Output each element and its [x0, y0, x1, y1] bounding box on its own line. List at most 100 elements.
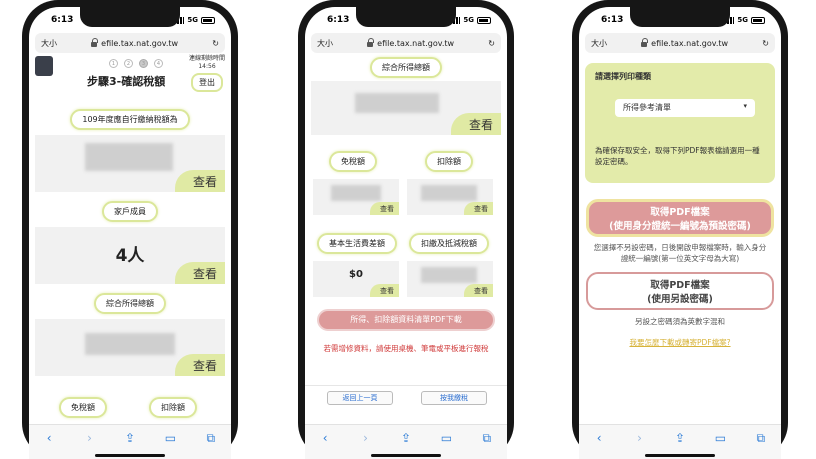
withholding-credit-panel: 查看 [407, 261, 493, 297]
tabs-icon[interactable]: ⧉ [201, 431, 221, 446]
reload-icon[interactable]: ↻ [488, 39, 495, 48]
step-dot: 4 [154, 59, 163, 68]
view-button[interactable]: 查看 [174, 170, 225, 192]
blurred-value [331, 185, 381, 201]
security-note: 為確保存取安全，取得下列PDF報表檔請選用一種設定密碼。 [595, 146, 760, 166]
phone-notch [630, 7, 730, 27]
deduction-tag: 扣除額 [425, 151, 473, 172]
phone-screen-1: 6:13 5G 大小 efile.tax.nat.gov.tw ↻ 1 2 3 … [29, 7, 231, 459]
total-income-tag: 綜合所得總額 [370, 57, 442, 78]
page-content: 請選擇列印種類 所得參考清單 ▾ 為確保存取安全，取得下列PDF報表檔請選用一種… [579, 63, 781, 439]
chevron-down-icon: ▾ [743, 102, 747, 110]
print-type-card: 請選擇列印種類 所得參考清單 ▾ 為確保存取安全，取得下列PDF報表檔請選用一種… [585, 63, 775, 183]
reload-icon[interactable]: ↻ [212, 39, 219, 48]
basic-living-panel: $0 查看 [313, 261, 399, 297]
url-bar[interactable]: 大小 efile.tax.nat.gov.tw ↻ [311, 33, 501, 53]
url-domain: efile.tax.nat.gov.tw [651, 38, 729, 48]
view-button[interactable]: 查看 [174, 354, 225, 376]
battery-icon [751, 16, 765, 24]
forward-icon[interactable]: › [356, 431, 376, 445]
pay-tax-button[interactable]: 按我繳稅 [421, 391, 487, 405]
view-button[interactable]: 查看 [370, 202, 399, 215]
url-domain: efile.tax.nat.gov.tw [101, 38, 179, 48]
url-bar[interactable]: 大小 efile.tax.nat.gov.tw ↻ [585, 33, 775, 53]
home-indicator [95, 454, 165, 457]
tabs-icon[interactable]: ⧉ [751, 431, 771, 446]
pdf-help-link[interactable]: 我要怎麼下載或轉寄PDF檔案? [579, 337, 781, 348]
default-password-note: 您選擇不另設密碼，日後開啟申報檔案時，輸入身分證統一編號(第一位英文字母為大寫) [593, 243, 767, 263]
tabs-icon[interactable]: ⧉ [477, 431, 497, 446]
deduction-panel: 查看 [407, 179, 493, 215]
total-income-panel: 查看 [311, 81, 501, 135]
phone-notch [80, 7, 180, 27]
home-indicator [645, 454, 715, 457]
reload-icon[interactable]: ↻ [762, 39, 769, 48]
edit-warning: 若需增修資料，請使用桌機、筆電或平板進行報稅 [323, 344, 489, 353]
exemption-tag: 免稅額 [59, 397, 107, 418]
back-button[interactable]: 返回上一頁 [327, 391, 393, 405]
pdf-download-button[interactable]: 所得、扣除額資料清單PDF下載 [317, 309, 495, 331]
bookmarks-icon[interactable]: ▭ [436, 431, 456, 445]
phone-frame-1: 6:13 5G 大小 efile.tax.nat.gov.tw ↻ 1 2 3 … [22, 0, 238, 459]
session-timer: 連線剩餘時間 14:56 [188, 55, 225, 70]
total-income-tag: 綜合所得總額 [94, 293, 166, 314]
custom-password-note: 另設之密碼須為英數字混和 [635, 317, 725, 326]
blurred-value [85, 333, 175, 355]
text-size-button[interactable]: 大小 [317, 38, 333, 49]
view-button[interactable]: 查看 [464, 284, 493, 297]
share-icon[interactable]: ⇪ [670, 431, 690, 445]
page-content: 綜合所得總額 查看 免稅額 扣除額 查看 查看 基本生活費差額 扣繳及抵減稅額 … [305, 53, 507, 425]
view-button[interactable]: 查看 [464, 202, 493, 215]
text-size-button[interactable]: 大小 [41, 38, 57, 49]
pdf-default-password-button[interactable]: 取得PDF檔案 (使用身分證統一編號為預設密碼) [586, 199, 774, 237]
blurred-value [421, 185, 477, 201]
bookmarks-icon[interactable]: ▭ [710, 431, 730, 445]
battery-icon [477, 16, 491, 24]
share-icon[interactable]: ⇪ [396, 431, 416, 445]
pdf-custom-password-button[interactable]: 取得PDF檔案 (使用另設密碼) [586, 272, 774, 310]
view-button[interactable]: 查看 [450, 113, 501, 135]
blurred-value [355, 93, 439, 113]
blurred-value [421, 267, 477, 283]
print-type-title: 請選擇列印種類 [595, 72, 651, 81]
home-indicator [371, 454, 441, 457]
share-icon[interactable]: ⇪ [120, 431, 140, 445]
back-icon[interactable]: ‹ [589, 431, 609, 445]
phone-screen-2: 6:13 5G 大小 efile.tax.nat.gov.tw ↻ 綜合所得總額… [305, 7, 507, 459]
phone-notch [356, 7, 456, 27]
avatar [35, 56, 53, 76]
text-size-button[interactable]: 大小 [591, 38, 607, 49]
network-label: 5G [463, 16, 474, 24]
phone-frame-3: 6:13 5G 大小 efile.tax.nat.gov.tw ↻ 請選擇列印種… [572, 0, 788, 459]
view-button[interactable]: 查看 [370, 284, 399, 297]
tax-amount-tag: 109年度應自行繳納稅額為 [70, 109, 190, 130]
family-members-panel: 4人 查看 [35, 227, 225, 284]
back-icon[interactable]: ‹ [315, 431, 335, 445]
network-label: 5G [187, 16, 198, 24]
network-label: 5G [737, 16, 748, 24]
back-icon[interactable]: ‹ [39, 431, 59, 445]
print-type-select[interactable]: 所得參考清單 ▾ [615, 99, 755, 117]
basic-living-tag: 基本生活費差額 [317, 233, 397, 254]
status-time: 6:13 [601, 15, 624, 25]
logout-button[interactable]: 登出 [191, 73, 223, 92]
family-members-tag: 家戶成員 [102, 201, 158, 222]
lock-icon [641, 37, 649, 47]
status-time: 6:13 [327, 15, 350, 25]
view-button[interactable]: 查看 [174, 262, 225, 284]
tax-amount-panel: 查看 [35, 135, 225, 192]
withholding-credit-tag: 扣繳及抵減稅額 [409, 233, 489, 254]
blurred-value [85, 143, 173, 171]
url-bar[interactable]: 大小 efile.tax.nat.gov.tw ↻ [35, 33, 225, 53]
forward-icon[interactable]: › [80, 431, 100, 445]
phone-screen-3: 6:13 5G 大小 efile.tax.nat.gov.tw ↻ 請選擇列印種… [579, 7, 781, 459]
phone-frame-2: 6:13 5G 大小 efile.tax.nat.gov.tw ↻ 綜合所得總額… [298, 0, 514, 459]
battery-icon [201, 16, 215, 24]
forward-icon[interactable]: › [630, 431, 650, 445]
page-title: 步驟3-確認稅額 [87, 75, 166, 88]
exemption-panel: 查看 [313, 179, 399, 215]
deduction-tag: 扣除額 [149, 397, 197, 418]
bookmarks-icon[interactable]: ▭ [160, 431, 180, 445]
step-indicator: 1 2 3 4 [109, 59, 163, 68]
total-income-panel: 查看 [35, 319, 225, 376]
